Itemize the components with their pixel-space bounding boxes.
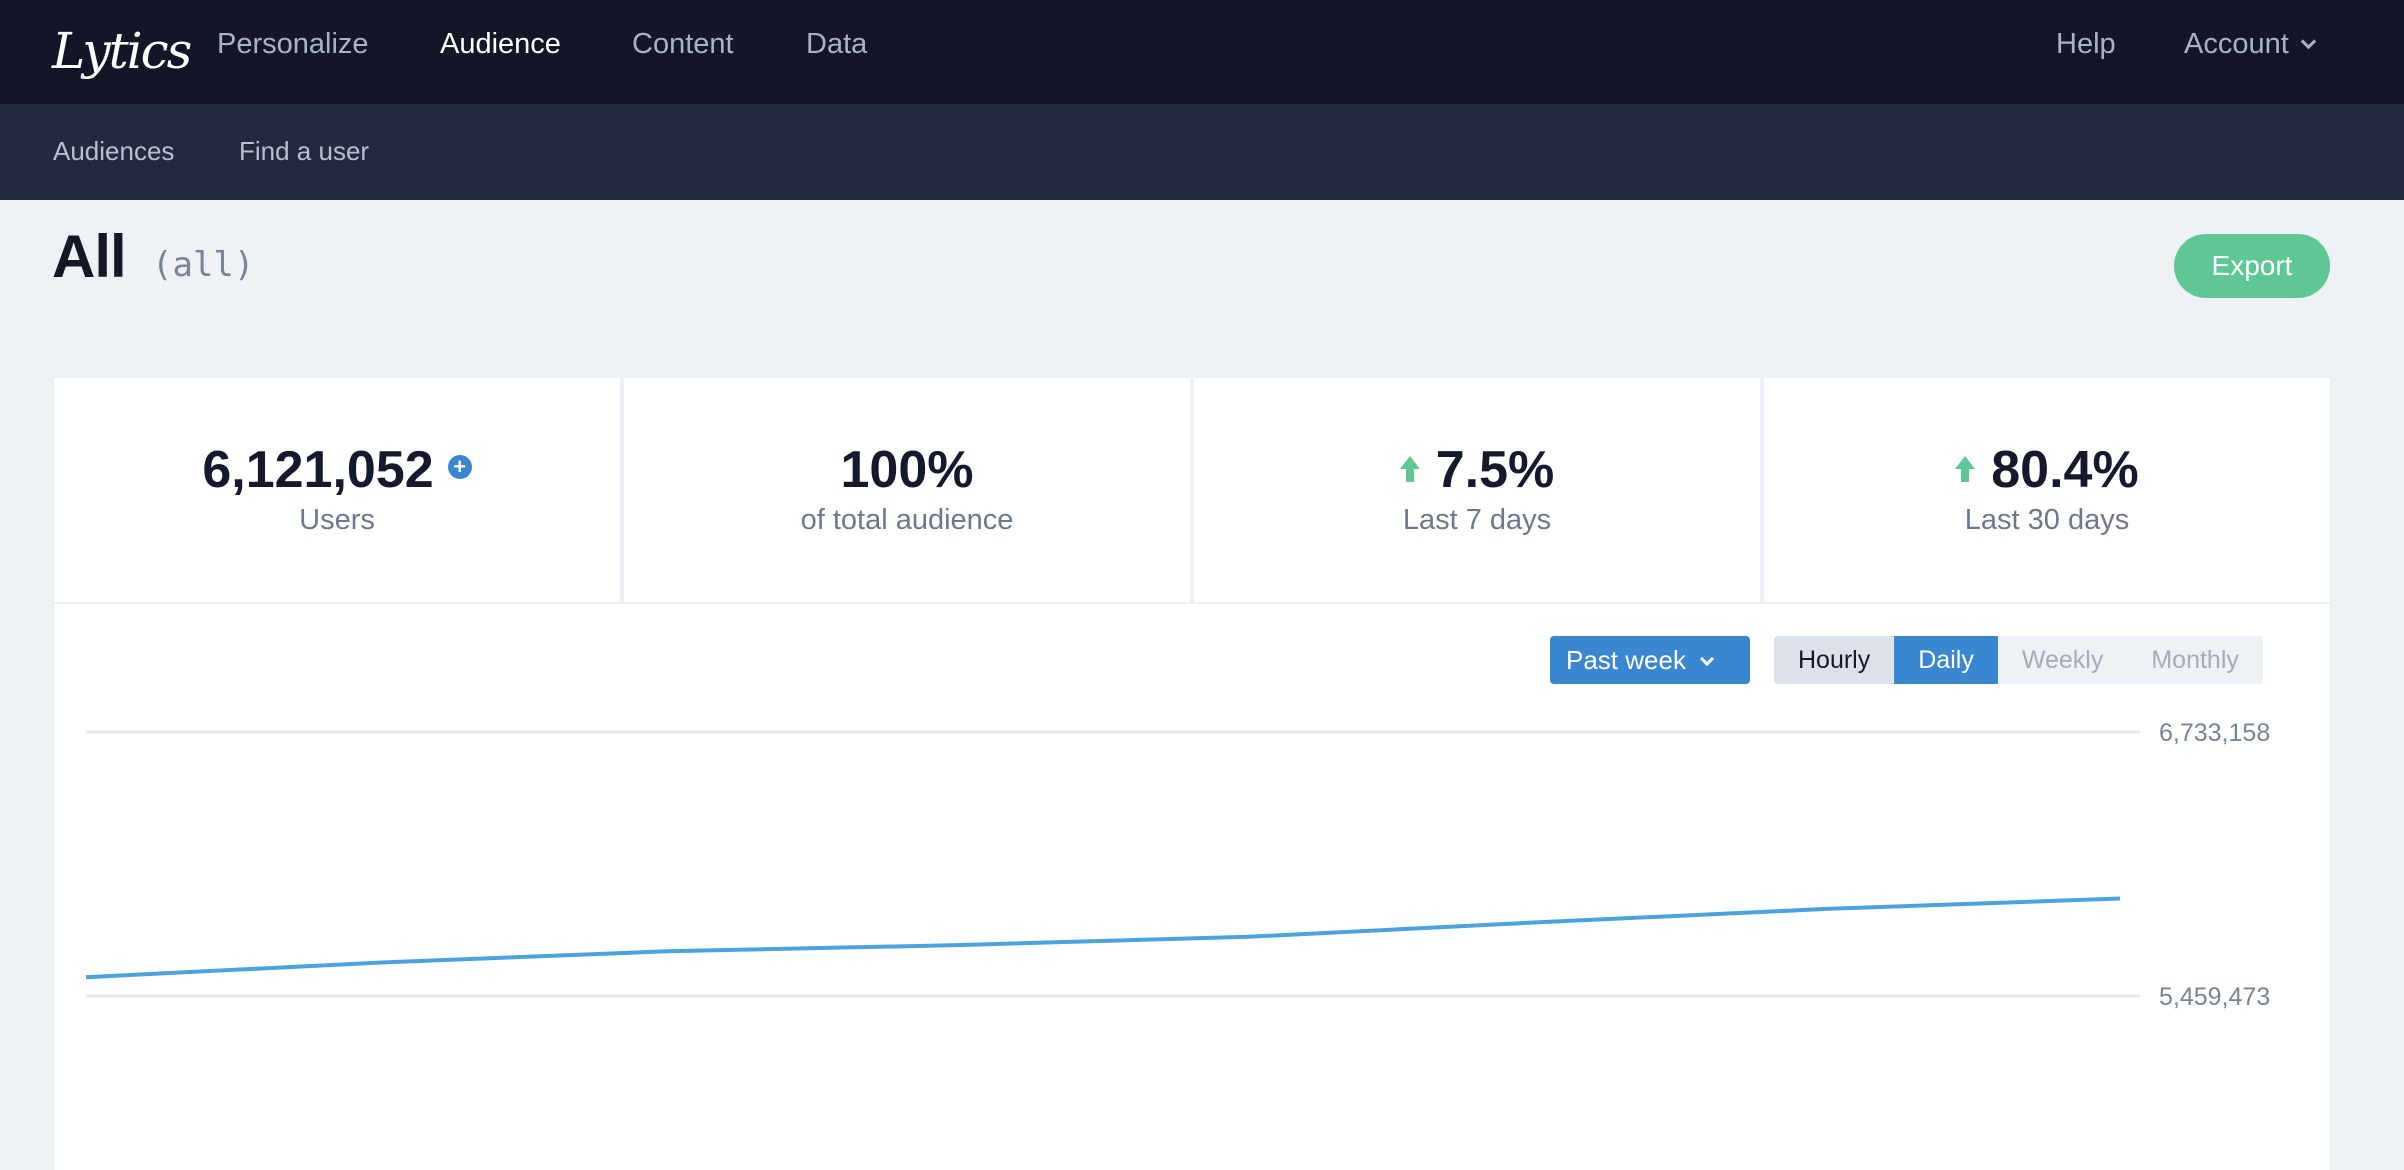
y-tick-label: 6,733,158	[2159, 719, 2270, 747]
sub-navigation: Audiences Find a user	[0, 104, 2404, 200]
y-tick-label: 5,459,473	[2159, 983, 2270, 1011]
audience-chart: 6,733,158 5,459,473	[85, 719, 2270, 1011]
top-navigation: Lytics Personalize Audience Content Data…	[0, 0, 2404, 104]
time-range-label: Past week	[1566, 645, 1686, 675]
stat-label: Last 30 days	[1964, 504, 2130, 536]
nav-content[interactable]: Content	[632, 0, 734, 88]
nav-data[interactable]: Data	[806, 0, 867, 88]
subnav-audiences[interactable]: Audiences	[53, 104, 174, 200]
stat-last-7-days: 7.5% Last 7 days	[1194, 378, 1760, 602]
audience-slug: (all)	[152, 245, 255, 285]
chart-panel: 6,733,158 5,459,473 Past week Hourly Dail…	[54, 604, 2330, 1170]
account-label: Account	[2184, 28, 2289, 60]
series-line	[85, 896, 2121, 980]
stat-label: of total audience	[800, 504, 1014, 536]
stat-label: Last 7 days	[1402, 504, 1552, 536]
stat-users: 6,121,052 + Users	[54, 378, 620, 602]
stat-value: 6,121,052 +	[54, 440, 620, 500]
users-count: 6,121,052	[202, 441, 434, 499]
subnav-find-user[interactable]: Find a user	[239, 104, 369, 200]
up-arrow-icon	[1955, 456, 1976, 484]
lytics-logo[interactable]: Lytics	[52, 18, 192, 84]
nav-personalize[interactable]: Personalize	[217, 0, 369, 88]
granularity-weekly[interactable]: Weekly	[1998, 636, 2128, 684]
granularity-monthly[interactable]: Monthly	[2127, 636, 2263, 684]
chevron-down-icon	[2300, 33, 2317, 50]
stat-last-30-days: 80.4% Last 30 days	[1764, 378, 2330, 602]
stat-value: 7.5%	[1194, 440, 1760, 500]
up-arrow-icon	[1399, 456, 1420, 484]
stat-value: 100%	[840, 441, 974, 499]
growth-30d: 80.4%	[1991, 441, 2139, 499]
plus-icon[interactable]: +	[447, 455, 472, 480]
granularity-hourly[interactable]: Hourly	[1774, 636, 1895, 684]
nav-audience[interactable]: Audience	[440, 0, 561, 88]
granularity-daily[interactable]: Daily	[1894, 636, 1998, 684]
stat-value: 80.4%	[1764, 440, 2330, 500]
stats-row: 6,121,052 + Users 100% of total audience …	[54, 378, 2330, 602]
time-range-dropdown[interactable]: Past week	[1550, 636, 1750, 684]
nav-account[interactable]: Account	[2184, 0, 2317, 88]
granularity-toggle: Hourly Daily Weekly Monthly	[1774, 636, 2263, 684]
export-button[interactable]: Export	[2174, 234, 2330, 298]
growth-7d: 7.5%	[1435, 441, 1555, 499]
nav-help[interactable]: Help	[2056, 0, 2116, 88]
stat-label: Users	[299, 504, 375, 536]
page-title: All	[52, 223, 127, 290]
chevron-down-icon	[1699, 651, 1715, 667]
stat-total-audience: 100% of total audience	[624, 378, 1190, 602]
